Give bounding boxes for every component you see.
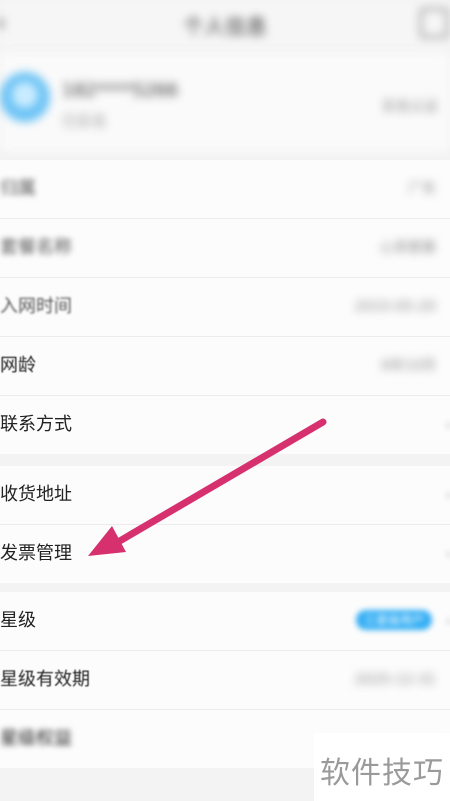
chevron-right-icon: › — [446, 466, 450, 524]
row-label: 归属 — [0, 178, 36, 199]
profile-status: 已实名 — [62, 112, 108, 130]
edit-icon[interactable] — [420, 8, 448, 38]
row-value: 6年10月 — [381, 358, 436, 374]
row-label: 联系方式 — [0, 414, 72, 435]
top-nav-bar: ‹ 个人信息 — [0, 0, 450, 48]
list-item-star-validity: 星级有效期 2025-12-31 — [0, 651, 450, 710]
row-label: 入网时间 — [0, 296, 72, 317]
list-item-join-date: 入网时间 2015-05-20 — [0, 278, 450, 337]
row-label: 网龄 — [0, 355, 36, 376]
info-group-basic: 归属 广东 套餐名称 心享套餐 入网时间 2015-05-20 网龄 6年10月… — [0, 160, 450, 454]
row-label: 收货地址 — [0, 484, 72, 505]
row-label: 星级权益 — [0, 728, 72, 749]
profile-card[interactable]: 182****5266 已实名 实名认证 — [0, 52, 450, 152]
list-item-network-age: 网龄 6年10月 — [0, 337, 450, 396]
row-value: 2015-05-20 — [354, 299, 436, 315]
row-value: 广东 — [408, 181, 436, 197]
row-label: 星级 — [0, 610, 36, 631]
list-item-invoice-management[interactable]: 发票管理 › — [0, 525, 450, 583]
list-item-shipping-address[interactable]: 收货地址 › — [0, 466, 450, 525]
avatar — [0, 72, 50, 122]
screen: ‹ 个人信息 182****5266 已实名 实名认证 归属 广东 套餐名称 心… — [0, 0, 450, 801]
watermark: 软件技巧 — [314, 733, 450, 801]
row-label: 套餐名称 — [0, 237, 72, 258]
row-label: 星级有效期 — [0, 669, 90, 690]
profile-phone: 182****5266 — [62, 80, 179, 101]
row-label: 发票管理 — [0, 543, 72, 564]
list-item-plan: 套餐名称 心享套餐 — [0, 219, 450, 278]
row-value: 心享套餐 — [380, 240, 436, 256]
profile-auth-status: 实名认证 — [382, 99, 438, 115]
star-level-badge: 三星级用户 — [355, 610, 432, 630]
chevron-right-icon: › — [446, 525, 450, 583]
info-group-address: 收货地址 › 发票管理 › — [0, 466, 450, 583]
page-title: 个人信息 — [183, 15, 267, 39]
chevron-right-icon: › — [446, 592, 450, 650]
chevron-right-icon: › — [446, 396, 450, 454]
list-item-region: 归属 广东 — [0, 160, 450, 219]
list-item-contact[interactable]: 联系方式 › — [0, 396, 450, 454]
row-value: 2025-12-31 — [354, 672, 436, 688]
watermark-text: 软件技巧 — [320, 756, 444, 791]
list-item-star-level[interactable]: 星级 三星级用户 › — [0, 592, 450, 651]
